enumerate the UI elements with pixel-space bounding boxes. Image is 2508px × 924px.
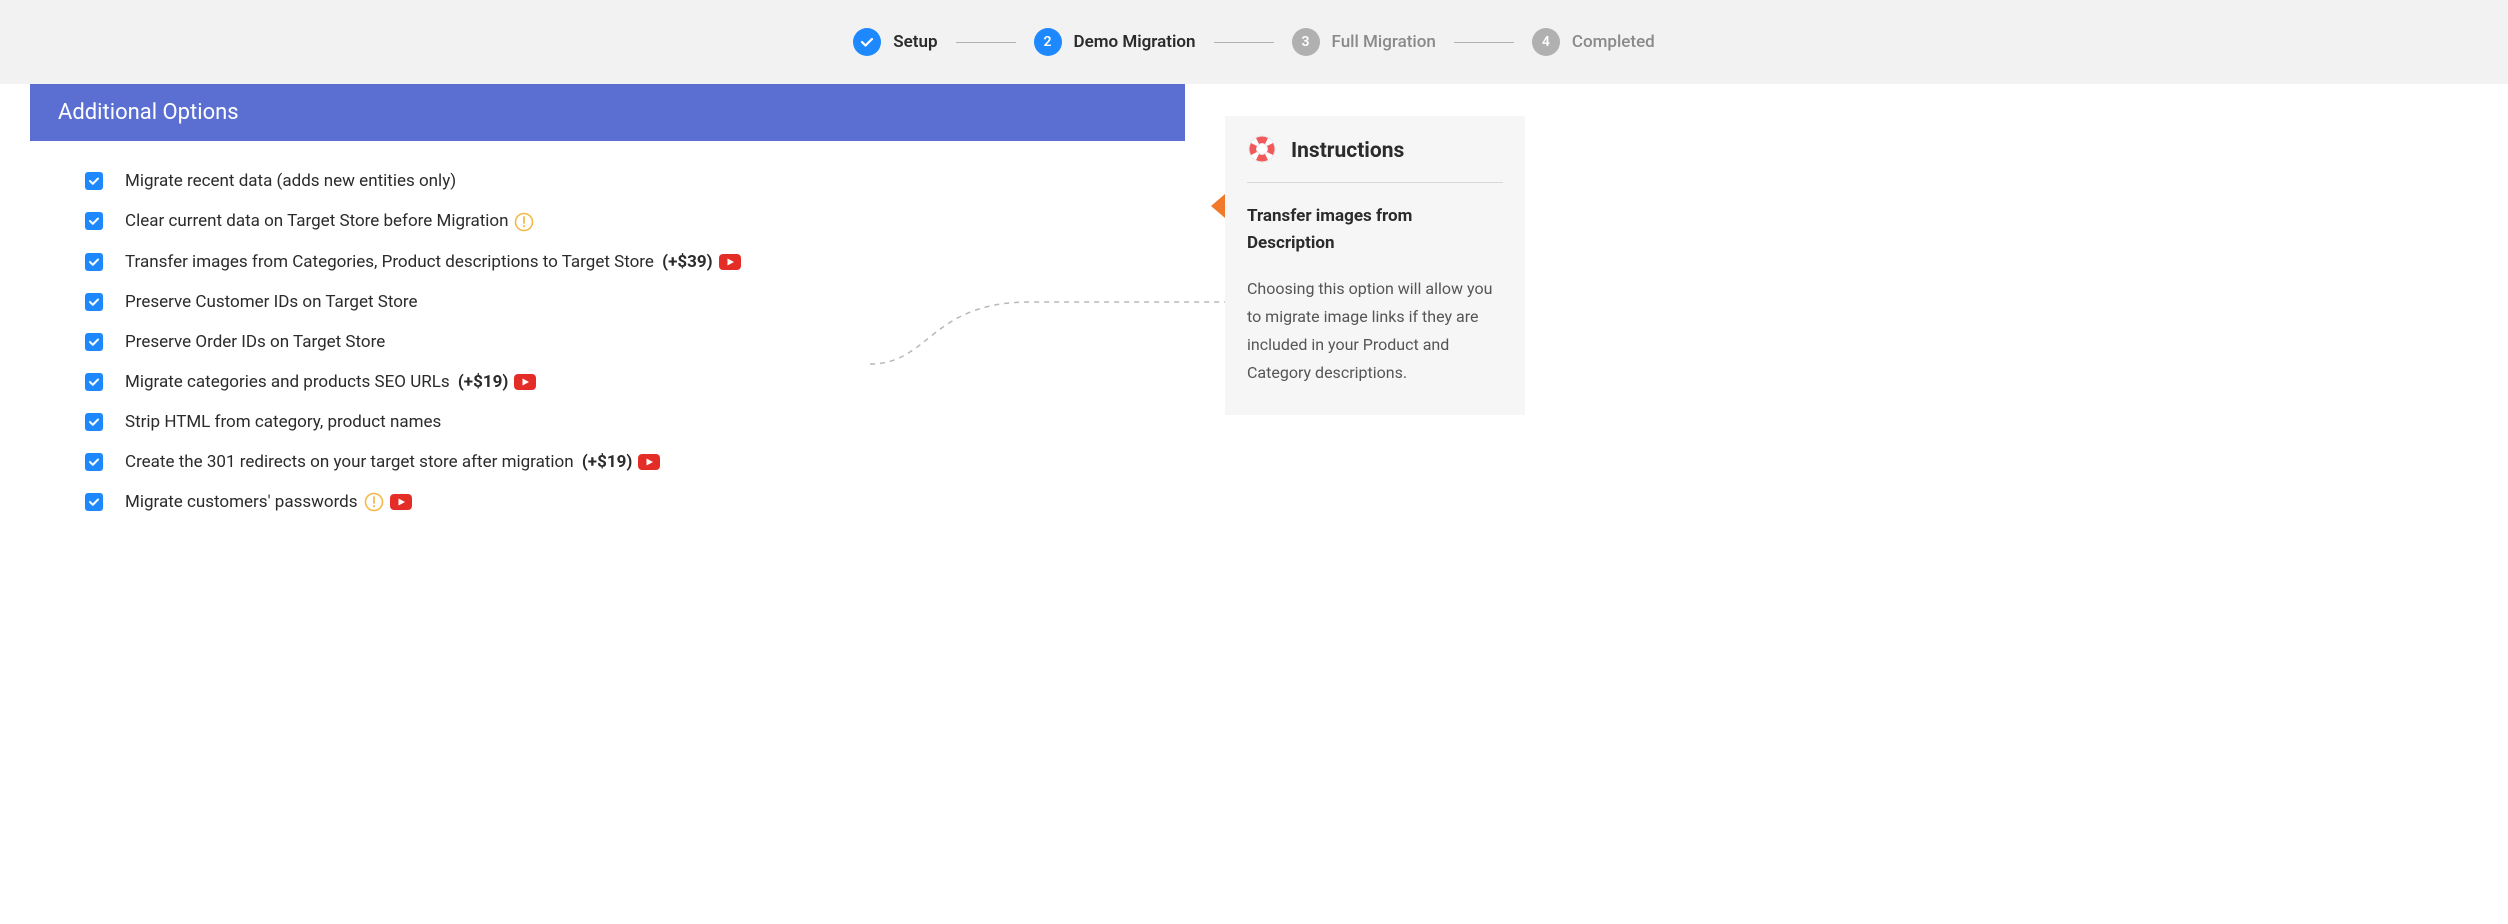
option-label-wrap[interactable]: Preserve Order IDs on Target Store (125, 332, 385, 352)
option-label-wrap[interactable]: Strip HTML from category, product names (125, 412, 441, 432)
option-row: Transfer images from Categories, Product… (85, 252, 1157, 272)
option-row: Preserve Order IDs on Target Store (85, 332, 1157, 352)
option-checkbox[interactable] (85, 453, 103, 471)
warning-icon[interactable] (364, 492, 384, 512)
lifebuoy-icon (1247, 134, 1277, 168)
warning-icon[interactable] (514, 212, 534, 232)
option-label: Migrate customers' passwords (125, 492, 358, 512)
option-label-wrap[interactable]: Preserve Customer IDs on Target Store (125, 292, 418, 312)
option-price: (+$19) (582, 452, 632, 472)
option-label-wrap[interactable]: Transfer images from Categories, Product… (125, 252, 741, 272)
step-number: 2 (1034, 28, 1062, 56)
option-checkbox[interactable] (85, 253, 103, 271)
step-connector (956, 42, 1016, 43)
option-label-wrap[interactable]: Create the 301 redirects on your target … (125, 452, 660, 472)
option-checkbox[interactable] (85, 493, 103, 511)
step-label: Demo Migration (1074, 32, 1196, 52)
options-list: Migrate recent data (adds new entities o… (30, 141, 1185, 512)
option-label: Create the 301 redirects on your target … (125, 452, 574, 472)
check-icon (853, 28, 881, 56)
instructions-body: Choosing this option will allow you to m… (1247, 275, 1503, 387)
option-label: Strip HTML from category, product names (125, 412, 441, 432)
option-label-wrap[interactable]: Migrate recent data (adds new entities o… (125, 171, 456, 191)
step-label: Full Migration (1332, 32, 1436, 52)
main-column: Additional Options Migrate recent data (… (30, 84, 1185, 532)
step-2[interactable]: 2 Demo Migration (1034, 28, 1196, 56)
option-row: Clear current data on Target Store befor… (85, 211, 1157, 232)
option-row: Migrate customers' passwords (85, 492, 1157, 513)
option-checkbox[interactable] (85, 212, 103, 230)
video-icon[interactable] (390, 494, 412, 510)
instructions-heading: Instructions (1291, 139, 1404, 163)
step-number: 3 (1292, 28, 1320, 56)
video-icon[interactable] (719, 254, 741, 270)
option-label-wrap[interactable]: Migrate customers' passwords (125, 492, 412, 513)
option-row: Migrate categories and products SEO URLs… (85, 372, 1157, 392)
instructions-title: Transfer images from Description (1247, 203, 1503, 257)
step-4[interactable]: 4 Completed (1532, 28, 1655, 56)
step-connector (1214, 42, 1274, 43)
section-title: Additional Options (30, 84, 1185, 141)
step-label: Completed (1572, 32, 1655, 52)
step-1[interactable]: Setup (853, 28, 937, 56)
option-label-wrap[interactable]: Clear current data on Target Store befor… (125, 211, 534, 232)
option-label: Transfer images from Categories, Product… (125, 252, 654, 272)
video-icon[interactable] (638, 454, 660, 470)
content: Additional Options Migrate recent data (… (0, 84, 2508, 572)
option-row: Strip HTML from category, product names (85, 412, 1157, 432)
step-connector (1454, 42, 1514, 43)
option-label: Preserve Order IDs on Target Store (125, 332, 385, 352)
option-label: Preserve Customer IDs on Target Store (125, 292, 418, 312)
option-label: Clear current data on Target Store befor… (125, 211, 508, 231)
video-icon[interactable] (514, 374, 536, 390)
option-price: (+$19) (458, 372, 508, 392)
option-checkbox[interactable] (85, 293, 103, 311)
step-3[interactable]: 3 Full Migration (1292, 28, 1436, 56)
instructions-card: Instructions Transfer images from Descri… (1225, 116, 1525, 415)
option-label: Migrate recent data (adds new entities o… (125, 171, 456, 191)
step-label: Setup (893, 32, 937, 52)
option-row: Create the 301 redirects on your target … (85, 452, 1157, 472)
step-number: 4 (1532, 28, 1560, 56)
option-row: Migrate recent data (adds new entities o… (85, 171, 1157, 191)
option-checkbox[interactable] (85, 413, 103, 431)
option-row: Preserve Customer IDs on Target Store (85, 292, 1157, 312)
side-column: Instructions Transfer images from Descri… (1225, 116, 1525, 415)
option-price: (+$39) (662, 252, 712, 272)
option-label-wrap[interactable]: Migrate categories and products SEO URLs… (125, 372, 536, 392)
option-checkbox[interactable] (85, 333, 103, 351)
option-checkbox[interactable] (85, 172, 103, 190)
instructions-header: Instructions (1247, 134, 1503, 183)
stepper: Setup 2 Demo Migration 3 Full Migration 4 Comp… (0, 0, 2508, 84)
pointer-arrow-icon (1211, 194, 1225, 218)
option-label: Migrate categories and products SEO URLs (125, 372, 450, 392)
option-checkbox[interactable] (85, 373, 103, 391)
